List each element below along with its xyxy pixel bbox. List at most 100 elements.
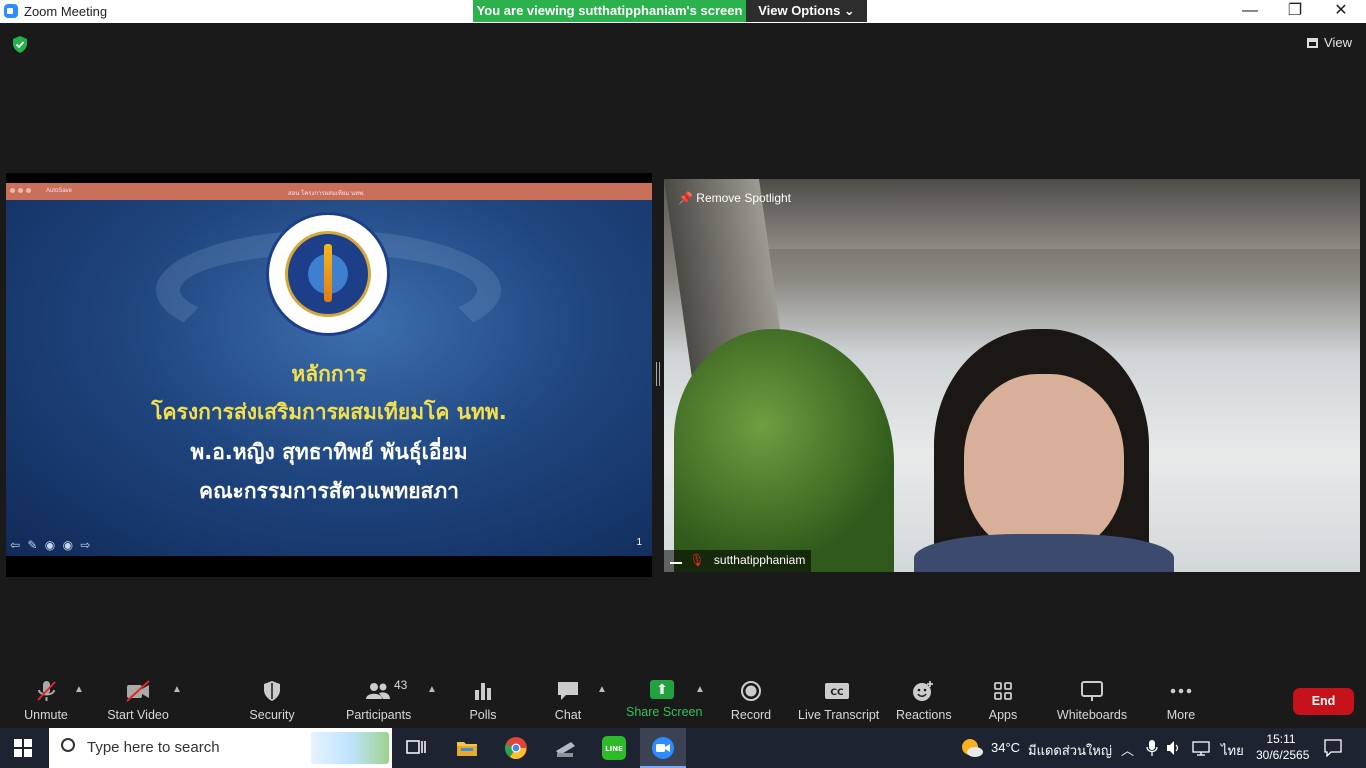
reactions-button[interactable]: Reactions [896, 680, 952, 722]
weather-description[interactable]: มีแดดส่วนใหญ่ [1028, 740, 1112, 761]
chat-options-caret[interactable]: ▲ [597, 684, 607, 695]
record-button[interactable]: Record [730, 680, 772, 722]
presentation-filename: สอน โครงการผสมเทียม นทพ. [288, 191, 365, 197]
chat-label: Chat [554, 708, 582, 722]
close-button[interactable]: ✕ [1318, 0, 1364, 23]
input-language[interactable]: ไทย [1221, 740, 1244, 761]
unmute-button[interactable]: Unmute [22, 680, 70, 722]
panel-splitter-handle[interactable] [656, 362, 660, 386]
task-view-icon[interactable] [404, 736, 428, 760]
viewing-banner: You are viewing sutthatipphaniam's scree… [473, 0, 746, 22]
whiteboard-icon [1081, 681, 1103, 701]
whiteboards-label: Whiteboards [1056, 708, 1128, 722]
video-plant [674, 329, 894, 572]
minimize-button[interactable]: — [1227, 0, 1273, 23]
chat-button[interactable]: Chat [552, 680, 584, 722]
video-camera-off-icon [126, 680, 150, 702]
windows-start-icon[interactable] [14, 739, 32, 757]
security-button[interactable]: Security [248, 680, 296, 722]
chrome-icon[interactable] [504, 736, 528, 760]
zoom-app-icon [652, 737, 674, 759]
taskbar-clock[interactable]: 15:11 30/6/2565 [1256, 731, 1310, 763]
record-label: Record [730, 708, 772, 722]
emoji-plus-icon [913, 681, 933, 701]
video-person-shirt [914, 534, 1174, 572]
notification-center-icon[interactable] [1324, 739, 1342, 757]
start-video-button[interactable]: Start Video [106, 680, 170, 722]
reactions-label: Reactions [896, 708, 952, 722]
microphone-tray-icon[interactable] [1146, 740, 1158, 756]
slide-heading: หลักการ [291, 362, 367, 386]
network-icon[interactable] [1192, 740, 1210, 756]
participants-count: 43 [394, 678, 408, 692]
search-icon [61, 738, 75, 752]
show-hidden-icons-chevron[interactable]: ︿ [1121, 740, 1134, 759]
whiteboards-button[interactable]: Whiteboards [1056, 680, 1128, 722]
more-button[interactable]: More [1164, 680, 1198, 722]
start-video-label: Start Video [107, 708, 169, 722]
clock-date: 30/6/2565 [1256, 748, 1310, 762]
presentation-slide: หลักการ โครงการส่งเสริมการผสมเทียมโค นทพ… [6, 200, 652, 556]
participant-name: sutthatipphaniam [713, 553, 806, 567]
participants-icon [365, 680, 391, 702]
restore-button[interactable]: ❐ [1272, 0, 1318, 23]
participants-options-caret[interactable]: ▲ [427, 684, 437, 695]
mic-muted-icon: 🎙 [689, 553, 705, 567]
encryption-shield-icon[interactable] [12, 36, 28, 53]
polls-button[interactable]: Polls [464, 680, 502, 722]
security-label: Security [249, 708, 295, 722]
search-placeholder: Type here to search [87, 739, 220, 756]
signal-strength-icon [670, 554, 682, 564]
scanner-app-icon[interactable] [553, 736, 577, 760]
window-dots [10, 188, 34, 195]
polls-label: Polls [469, 708, 497, 722]
record-icon [741, 681, 761, 701]
view-button[interactable]: View [1307, 35, 1352, 50]
weather-sun-icon [962, 739, 983, 757]
clock-time: 15:11 [1266, 732, 1296, 746]
bar-chart-icon [475, 683, 491, 700]
svg-text:LINE: LINE [605, 745, 623, 753]
slide-project-title: โครงการส่งเสริมการผสมเทียมโค นทพ. [151, 400, 507, 424]
volume-icon[interactable] [1166, 740, 1182, 756]
slide-organization: คณะกรรมการสัตวแพทยสภา [199, 479, 459, 503]
autosave-label: AutoSave [46, 188, 73, 194]
video-options-caret[interactable]: ▲ [172, 684, 182, 695]
shared-screen[interactable]: AutoSave สอน โครงการผสมเทียม นทพ. หลักกา… [6, 173, 652, 577]
participant-nameplate: 🎙 sutthatipphaniam [664, 550, 812, 572]
share-screen-button[interactable]: ⬆ Share Screen [626, 680, 702, 719]
view-label: View [1324, 35, 1352, 50]
shield-icon [264, 681, 280, 701]
zoom-logo-icon [4, 4, 18, 18]
share-options-caret[interactable]: ▲ [695, 684, 705, 695]
apps-label: Apps [988, 708, 1018, 722]
live-transcript-button[interactable]: CC Live Transcript [798, 680, 879, 722]
slide-page-number: 1 [636, 537, 642, 548]
remove-spotlight-button[interactable]: 📌 Remove Spotlight [678, 191, 791, 205]
participants-label: Participants [346, 708, 412, 722]
window-title: Zoom Meeting [24, 4, 108, 19]
more-dots-icon [1170, 688, 1192, 694]
zoom-taskbar-button[interactable] [640, 728, 686, 768]
pin-icon: 📌 [678, 191, 693, 205]
organization-seal [266, 212, 390, 336]
file-explorer-icon[interactable] [455, 736, 479, 760]
remove-spotlight-label: Remove Spotlight [696, 191, 792, 205]
apps-button[interactable]: Apps [986, 680, 1020, 722]
participants-button[interactable]: 43 Participants [346, 678, 412, 722]
participant-video[interactable]: 📌 Remove Spotlight 🎙 sutthatipphaniam [664, 179, 1360, 572]
line-app-icon[interactable]: LINE [602, 736, 626, 760]
chat-bubble-icon [558, 682, 578, 700]
closed-caption-icon: CC [825, 683, 849, 699]
end-meeting-button[interactable]: End [1293, 688, 1354, 715]
slide-navigation-icons[interactable]: ⇦ ✎ ◉ ◉ ⇨ [10, 538, 92, 552]
taskbar-search-box[interactable]: Type here to search [49, 728, 392, 768]
svg-text:CC: CC [830, 688, 844, 698]
microphone-muted-icon [37, 681, 56, 701]
windows-taskbar: Type here to search LINE 34°C มีแดดส่วนใ… [0, 728, 1366, 768]
view-options-button[interactable]: View Options ⌄ [746, 0, 867, 22]
video-person-face [964, 374, 1124, 554]
share-screen-arrow-icon: ⬆ [650, 680, 674, 699]
weather-temperature[interactable]: 34°C [991, 740, 1020, 755]
audio-options-caret[interactable]: ▲ [74, 684, 84, 695]
